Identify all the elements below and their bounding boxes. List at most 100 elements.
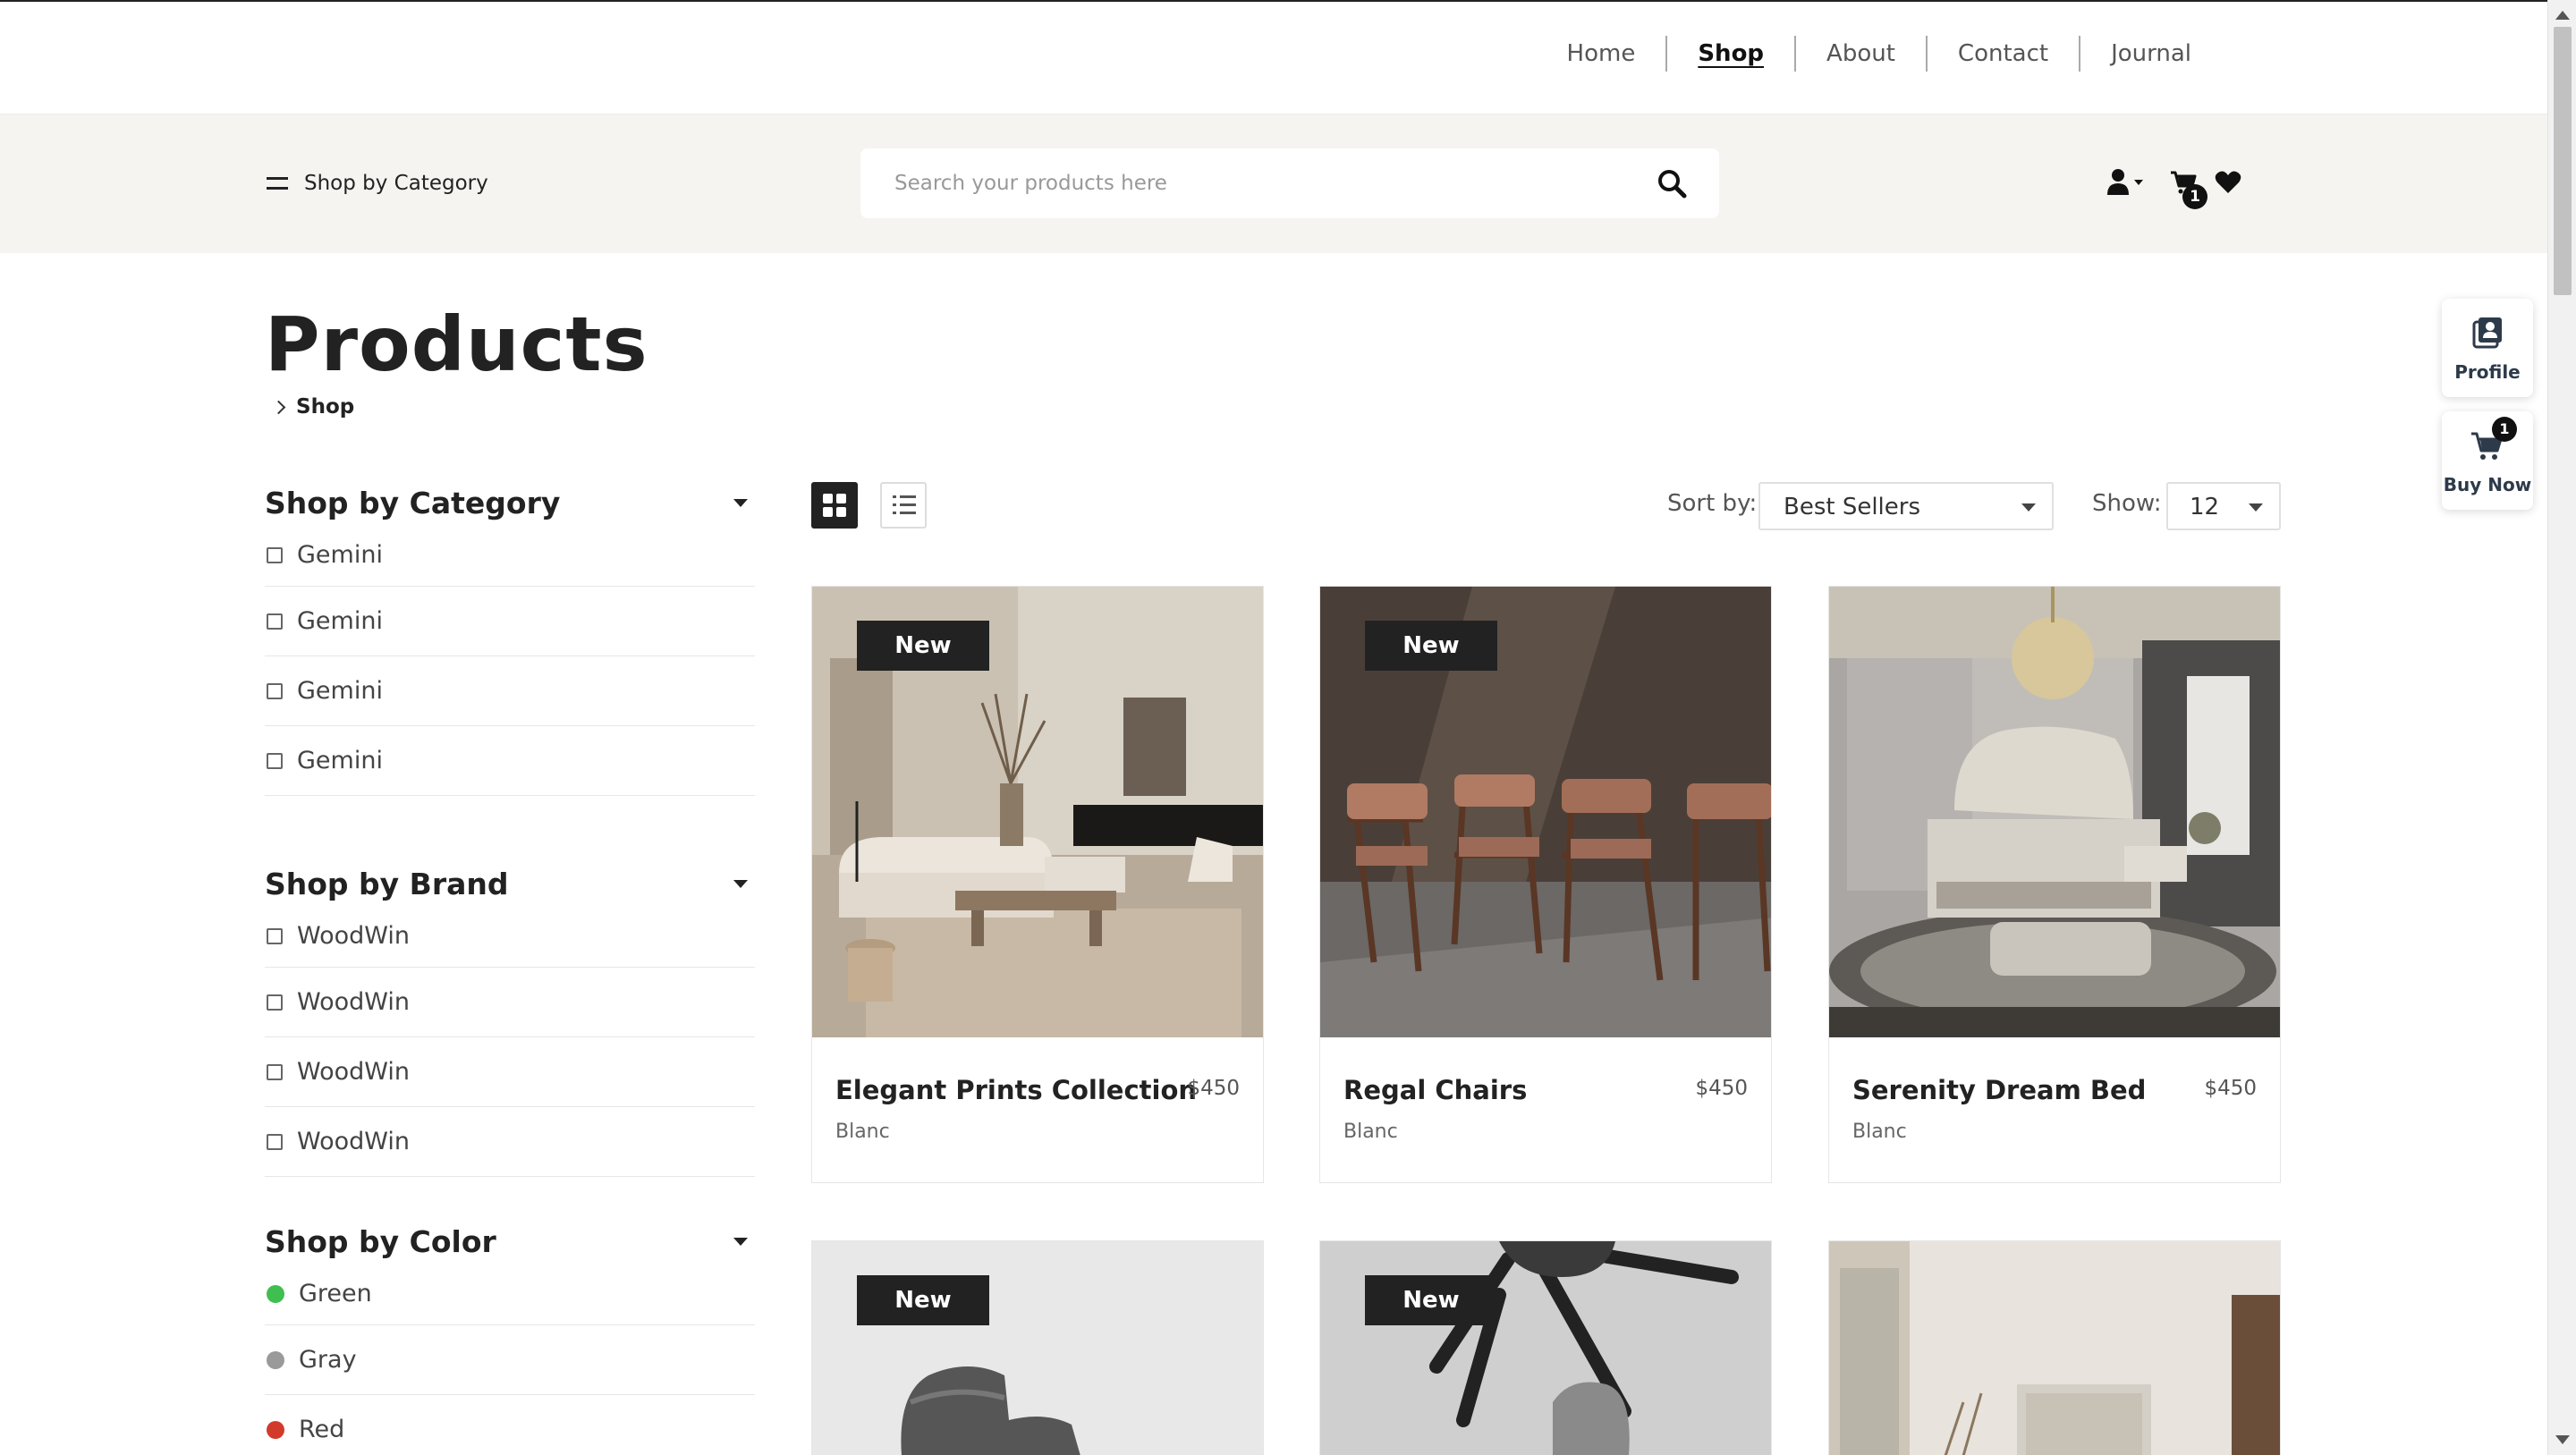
filter-label: Gemini — [297, 541, 383, 569]
filter-label: Green — [299, 1280, 372, 1307]
scroll-up-arrow-icon[interactable] — [2555, 11, 2570, 20]
new-badge: New — [1365, 1275, 1497, 1325]
checkbox[interactable] — [267, 546, 283, 563]
sort-select[interactable]: Best Sellers — [1758, 482, 2054, 530]
search-input[interactable] — [860, 148, 1648, 218]
filter-label: WoodWin — [297, 1058, 411, 1086]
checkbox[interactable] — [267, 752, 283, 769]
filter-brand: Shop by Brand WoodWin WoodWin WoodWin Wo… — [265, 862, 755, 1177]
scrollbar-thumb[interactable] — [2554, 27, 2572, 295]
checkbox[interactable] — [267, 613, 283, 630]
caret-down-icon — [2021, 503, 2036, 512]
list-icon-row — [893, 512, 916, 514]
shop-by-category-button[interactable]: Shop by Category — [267, 172, 488, 195]
product-name[interactable]: Regal Chairs — [1343, 1075, 1527, 1105]
show-count-select[interactable]: 12 — [2166, 482, 2281, 530]
checkbox[interactable] — [267, 927, 283, 944]
caret-down-icon — [733, 1237, 748, 1246]
caret-down-icon — [2134, 180, 2143, 185]
filter-color-item[interactable]: Gray — [265, 1325, 755, 1395]
color-swatch — [267, 1284, 284, 1303]
product-image — [1829, 587, 2280, 1037]
header-icons: 1 — [2107, 168, 2241, 209]
product-image: New — [812, 587, 1263, 1037]
grid-view-button[interactable] — [811, 482, 858, 529]
filter-brand-item[interactable]: WoodWin — [265, 968, 755, 1037]
grid-icon-cell — [823, 494, 833, 503]
product-name[interactable]: Elegant Prints Collection — [835, 1075, 1197, 1105]
nav-contact[interactable]: Contact — [1928, 40, 2079, 67]
checkbox[interactable] — [267, 1133, 283, 1150]
breadcrumb-shop[interactable]: Shop — [296, 395, 354, 419]
filter-label: Gemini — [297, 677, 383, 705]
checkbox[interactable] — [267, 1063, 283, 1080]
new-badge: New — [1365, 621, 1497, 671]
nav-journal[interactable]: Journal — [2080, 40, 2222, 67]
filter-category-item[interactable]: Gemini — [265, 587, 755, 656]
cart-button[interactable]: 1 — [2170, 170, 2207, 209]
list-view-button[interactable] — [880, 482, 927, 529]
product-card[interactable]: Serenity Dream Bed $450 Blanc — [1828, 586, 2281, 1183]
product-info: Serenity Dream Bed $450 Blanc — [1829, 1037, 2280, 1182]
filter-brand-item[interactable]: WoodWin — [265, 1037, 755, 1107]
page-title: Products — [265, 300, 648, 388]
product-image: New — [1320, 1241, 1771, 1455]
filter-label: WoodWin — [297, 922, 411, 950]
filter-color-header[interactable]: Shop by Color — [265, 1220, 755, 1263]
checkbox[interactable] — [267, 994, 283, 1011]
filter-category-item[interactable]: Gemini — [265, 726, 755, 796]
nav-about[interactable]: About — [1796, 40, 1926, 67]
scroll-down-arrow-icon[interactable] — [2555, 1435, 2570, 1444]
buy-now-label: Buy Now — [2443, 474, 2532, 495]
search-icon[interactable] — [1657, 168, 1687, 199]
chevron-right-icon — [271, 400, 286, 414]
product-brand: Blanc — [1852, 1121, 1907, 1143]
product-image: New — [812, 1241, 1263, 1455]
profile-label: Profile — [2454, 361, 2521, 383]
product-price: $450 — [1187, 1077, 1240, 1100]
product-brand: Blanc — [835, 1121, 890, 1143]
filter-color-title: Shop by Color — [265, 1223, 496, 1259]
nav-home[interactable]: Home — [1537, 40, 1666, 67]
search-box — [860, 148, 1719, 218]
filter-color-item[interactable]: Red — [265, 1395, 755, 1455]
user-icon — [2107, 169, 2143, 195]
product-image: New — [1320, 587, 1771, 1037]
floating-buy-now-button[interactable]: 1 Buy Now — [2442, 411, 2533, 510]
profile-icon — [2472, 317, 2502, 349]
show-label: Show: — [2092, 490, 2162, 517]
filter-color-item[interactable]: Green — [265, 1263, 755, 1325]
checkbox[interactable] — [267, 682, 283, 699]
grid-icon-cell — [836, 494, 846, 503]
product-price: $450 — [1695, 1077, 1748, 1100]
filter-category-title: Shop by Category — [265, 485, 561, 520]
filter-category-item[interactable]: Gemini — [265, 524, 755, 587]
sort-value: Best Sellers — [1784, 494, 1921, 520]
page-scrollbar[interactable] — [2547, 0, 2576, 1455]
sort-label: Sort by: — [1667, 490, 1758, 517]
filter-brand-item[interactable]: WoodWin — [265, 1107, 755, 1177]
color-swatch — [267, 1350, 284, 1369]
product-card[interactable]: New Regal Chairs $450 Blanc — [1319, 586, 1772, 1183]
wishlist-button[interactable] — [2215, 170, 2241, 199]
filter-brand-item[interactable]: WoodWin — [265, 905, 755, 968]
buy-now-count-badge: 1 — [2492, 417, 2517, 442]
new-badge: New — [857, 621, 989, 671]
main-nav: Home Shop About Contact Journal — [1537, 36, 2222, 72]
product-image — [1829, 1241, 2280, 1455]
product-name[interactable]: Serenity Dream Bed — [1852, 1075, 2146, 1105]
product-price: $450 — [2204, 1077, 2257, 1100]
filter-category-header[interactable]: Shop by Category — [265, 481, 755, 524]
filter-brand-header[interactable]: Shop by Brand — [265, 862, 755, 905]
filter-label: WoodWin — [297, 1128, 411, 1155]
account-menu[interactable] — [2107, 168, 2150, 200]
floating-profile-button[interactable]: Profile — [2442, 299, 2533, 397]
nav-shop[interactable]: Shop — [1667, 40, 1794, 67]
product-card[interactable]: New — [1319, 1240, 1772, 1455]
product-card[interactable]: New — [811, 1240, 1264, 1455]
product-card[interactable]: New Elegant Prints Collection $450 Blanc — [811, 586, 1264, 1183]
product-info: Regal Chairs $450 Blanc — [1320, 1037, 1771, 1182]
heart-icon — [2215, 171, 2241, 193]
product-card[interactable] — [1828, 1240, 2281, 1455]
filter-category-item[interactable]: Gemini — [265, 656, 755, 726]
